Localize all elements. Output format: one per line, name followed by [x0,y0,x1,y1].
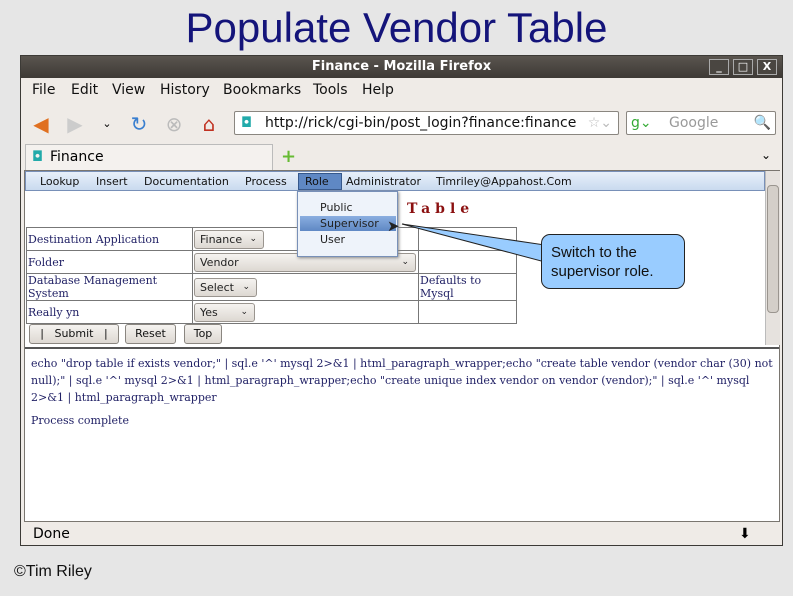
callout-box: Switch to the supervisor role. [541,234,685,289]
callout-pointer [401,223,546,263]
copyright: ©Tim Riley [14,563,92,580]
